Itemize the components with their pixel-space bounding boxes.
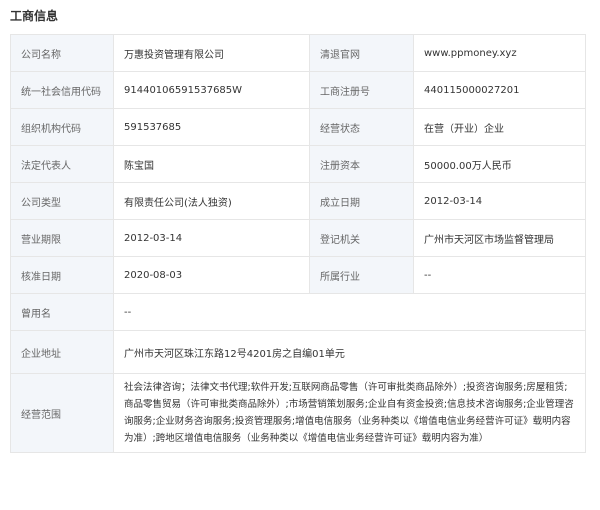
org-code-value: 591537685 — [113, 108, 310, 146]
org-code-label: 组织机构代码 — [10, 108, 114, 146]
legal-rep-value: 陈宝国 — [113, 145, 310, 183]
former-name-value: -- — [113, 293, 586, 331]
founding-date-label: 成立日期 — [309, 182, 414, 220]
business-status-label: 经营状态 — [309, 108, 414, 146]
registration-number-label: 工商注册号 — [309, 71, 414, 109]
table-row: 公司名称 万惠投资管理有限公司 清退官网 www.ppmoney.xyz — [10, 34, 586, 72]
table-row: 曾用名 -- — [10, 293, 586, 331]
business-info-table: 公司名称 万惠投资管理有限公司 清退官网 www.ppmoney.xyz 统一社… — [10, 34, 586, 453]
business-status-value: 在营（开业）企业 — [413, 108, 586, 146]
table-row: 营业期限 2012-03-14 登记机关 广州市天河区市场监督管理局 — [10, 219, 586, 257]
registration-authority-label: 登记机关 — [309, 219, 414, 257]
business-scope-label: 经营范围 — [10, 373, 114, 453]
table-row: 公司类型 有限责任公司(法人独资) 成立日期 2012-03-14 — [10, 182, 586, 220]
address-label: 企业地址 — [10, 330, 114, 374]
business-term-value: 2012-03-14 — [113, 219, 310, 257]
credit-code-value: 91440106591537685W — [113, 71, 310, 109]
section-title: 工商信息 — [10, 9, 59, 23]
business-scope-cell: 社会法律咨询；法律文书代理;软件开发;互联网商品零售（许可审批类商品除外）;投资… — [113, 373, 586, 453]
company-type-label: 公司类型 — [10, 182, 114, 220]
industry-value: -- — [413, 256, 586, 294]
business-scope-value: 社会法律咨询；法律文书代理;软件开发;互联网商品零售（许可审批类商品除外）;投资… — [124, 382, 574, 444]
company-type-value: 有限责任公司(法人独资) — [113, 182, 310, 220]
registration-authority-value: 广州市天河区市场监督管理局 — [413, 219, 586, 257]
table-row: 法定代表人 陈宝国 注册资本 50000.00万人民币 — [10, 145, 586, 183]
table-row: 统一社会信用代码 91440106591537685W 工商注册号 440115… — [10, 71, 586, 109]
business-term-label: 营业期限 — [10, 219, 114, 257]
address-value: 广州市天河区珠江东路12号4201房之自编01单元 — [113, 330, 586, 374]
website-value[interactable]: www.ppmoney.xyz — [413, 34, 586, 72]
table-row: 组织机构代码 591537685 经营状态 在营（开业）企业 — [10, 108, 586, 146]
registration-number-value: 440115000027201 — [413, 71, 586, 109]
legal-rep-label: 法定代表人 — [10, 145, 114, 183]
table-row: 经营范围 社会法律咨询；法律文书代理;软件开发;互联网商品零售（许可审批类商品除… — [10, 373, 586, 453]
table-row: 核准日期 2020-08-03 所属行业 -- — [10, 256, 586, 294]
former-name-label: 曾用名 — [10, 293, 114, 331]
table-row: 企业地址 广州市天河区珠江东路12号4201房之自编01单元 — [10, 330, 586, 374]
founding-date-value: 2012-03-14 — [413, 182, 586, 220]
approval-date-label: 核准日期 — [10, 256, 114, 294]
registered-capital-label: 注册资本 — [309, 145, 414, 183]
company-name-value: 万惠投资管理有限公司 — [113, 34, 310, 72]
approval-date-value: 2020-08-03 — [113, 256, 310, 294]
website-label: 清退官网 — [309, 34, 414, 72]
company-name-label: 公司名称 — [10, 34, 114, 72]
registered-capital-value: 50000.00万人民币 — [413, 145, 586, 183]
business-info-page: 工商信息 公司名称 万惠投资管理有限公司 清退官网 www.ppmoney.xy… — [0, 0, 600, 510]
credit-code-label: 统一社会信用代码 — [10, 71, 114, 109]
industry-label: 所属行业 — [309, 256, 414, 294]
